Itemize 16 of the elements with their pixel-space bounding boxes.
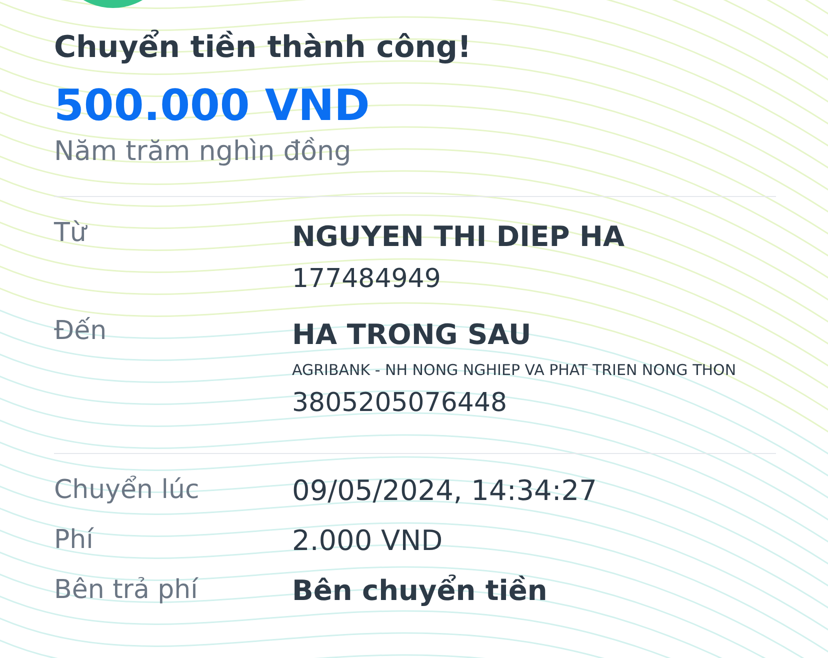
amount: 500.000 VND — [54, 80, 371, 133]
row-label: Từ — [54, 217, 88, 250]
row-label: Phí — [54, 524, 95, 557]
account-name: HA TRONG SAU — [292, 317, 532, 353]
bank-name: AGRIBANK - NH NONG NGHIEP VA PHAT TRIEN NONG THON — [292, 360, 736, 381]
row-label: Đến — [54, 315, 108, 348]
account-number: 3805205076448 — [292, 387, 508, 420]
amount-in-words: Năm trăm nghìn đồng — [54, 135, 352, 169]
account-name: NGUYEN THI DIEP HA — [292, 219, 625, 255]
status-title: Chuyển tiền thành công! — [54, 28, 472, 67]
row-label: Bên trả phí — [54, 574, 200, 607]
row-value: Bên chuyển tiền — [292, 573, 548, 609]
account-number: 177484949 — [292, 263, 442, 296]
row-value: 09/05/2024, 14:34:27 — [292, 473, 597, 509]
row-label: Chuyển lúc — [54, 474, 200, 507]
row-value: 2.000 VND — [292, 523, 443, 559]
